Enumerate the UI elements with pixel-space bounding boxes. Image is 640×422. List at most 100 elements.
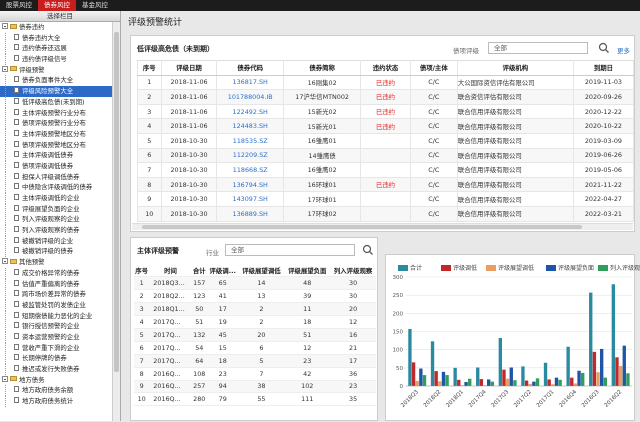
sidebar-item[interactable]: 债项评级预警行业分布 [0, 118, 113, 129]
sidebar-item[interactable]: 主体评级调低的企业 [0, 193, 113, 204]
column-header[interactable]: 序号 [137, 60, 162, 76]
sidebar-item[interactable]: 债项评级调低债券 [0, 160, 113, 172]
sidebar-item[interactable]: 营收严重下滑的企业 [0, 342, 113, 354]
bond-code-link[interactable]: 124483.SH [216, 118, 284, 134]
table-row[interactable]: 2 2018Q2... 123 41 13 39 30 [134, 289, 376, 304]
search-icon[interactable] [362, 244, 374, 256]
column-header[interactable]: 债项/主体 [409, 60, 458, 76]
table-row[interactable]: 9 2016Q... 257 94 38 102 23 [134, 380, 376, 394]
sidebar-category[interactable]: 地方债务 [0, 375, 113, 386]
column-header[interactable]: 评级调... [206, 264, 239, 278]
rating-filter-select[interactable]: 全部 [488, 42, 588, 54]
sidebar-item[interactable]: 被监管处罚的发债企业 [0, 299, 113, 311]
collapse-icon[interactable] [2, 258, 8, 265]
sidebar-item[interactable]: 长期停牌的债券 [0, 353, 113, 364]
sidebar-item[interactable]: 主体评级预警行业分布 [0, 107, 113, 119]
table-row[interactable]: 3 2018-11-06 122492.SH 15新光02 已违约 C/C 联合信用评级有限… [137, 103, 635, 120]
sidebar-category[interactable]: 其他预警 [0, 257, 113, 268]
table-row[interactable]: 5 2018-10-30 118535.SZ 16雏鹰01 C/C 联合信用评级有限公司 2… [137, 132, 635, 149]
bond-code-link[interactable]: 122492.SH [216, 103, 284, 120]
column-header[interactable]: 列入评级观察 [330, 264, 376, 278]
column-header[interactable]: 评级展望负面 [284, 264, 331, 278]
table-row[interactable]: 7 2017Q... 64 18 5 23 17 [134, 354, 376, 368]
sidebar-item[interactable]: 债券违约大全 [0, 32, 113, 44]
sidebar-item[interactable]: 银行授信预警的企业 [0, 321, 113, 332]
collapse-icon[interactable] [2, 375, 8, 382]
tab-fund-risk[interactable]: 基金风控 [76, 0, 114, 11]
sidebar-item[interactable]: 违约债评级信号 [0, 54, 113, 65]
bond-code-link[interactable]: 112209.SZ [216, 147, 284, 164]
table-row[interactable]: 3 2018Q1... 50 17 2 11 20 [134, 302, 376, 317]
sidebar-item[interactable]: 被撤销评级的企业 [0, 235, 113, 247]
table-cell: 2016Q... [149, 367, 192, 381]
column-header[interactable]: 债券简称 [282, 60, 362, 76]
table-row[interactable]: 4 2017Q... 51 19 2 18 12 [134, 315, 376, 329]
more-link[interactable]: 更多 [617, 45, 630, 55]
collapse-icon[interactable] [2, 65, 8, 72]
sidebar-item[interactable]: 列入评级观察的企业 [0, 214, 113, 226]
column-header[interactable]: 债券代码 [216, 60, 284, 76]
sidebar-item[interactable]: 地方政府债务统计 [0, 396, 113, 407]
table-row[interactable]: 5 2017Q... 132 45 20 51 16 [134, 328, 376, 342]
table-cell: 30 [330, 276, 376, 291]
column-header[interactable]: 时间 [149, 264, 192, 278]
bond-code-link[interactable]: 136817.SH [216, 74, 284, 91]
table-row[interactable]: 1 2018-11-06 136817.SH 16刚集02 已违约 C/C 大公国际资信评估… [137, 74, 635, 91]
sidebar-item[interactable]: 评级风险预警大全 [0, 86, 113, 97]
sidebar-item[interactable]: 列入评级观察的债券 [0, 225, 113, 236]
sidebar-item[interactable]: 跨市场价差异常的债券 [0, 289, 113, 300]
table-row[interactable]: 9 2018-10-30 143097.SH 17环球01 C/C 联合信用评级有限公司 2… [137, 191, 635, 207]
bond-code-link[interactable]: 118535.SZ [216, 132, 284, 149]
column-header[interactable]: 评级机构 [456, 60, 574, 76]
scroll-thumb[interactable] [142, 225, 582, 229]
sidebar-item[interactable]: 短期偿债能力恶化的企业 [0, 310, 113, 322]
table-row[interactable]: 6 2017Q... 54 15 6 12 21 [134, 341, 376, 355]
table-row[interactable]: 8 2016Q... 108 23 7 42 36 [134, 367, 376, 381]
sidebar-category[interactable]: 债券违约 [0, 22, 113, 33]
bond-code-link[interactable]: 136889.SH [216, 205, 284, 222]
column-header[interactable]: 评级展望调低 [238, 264, 285, 278]
bond-code-link[interactable]: 101788004.IB [216, 89, 284, 105]
table-row[interactable]: 10 2018-10-30 136889.SH 17环球02 C/C 联合信用评级有限公司… [137, 205, 635, 222]
bond-code-link[interactable]: 118668.SZ [216, 162, 284, 178]
sidebar-category[interactable]: 评级预警 [0, 65, 113, 76]
table-row[interactable]: 10 2016Q... 280 79 55 111 35 [134, 392, 376, 407]
table-row[interactable]: 8 2018-10-30 136794.SH 16环球01 已违约 C/C 联合信用评级有限… [137, 176, 635, 193]
sidebar-item[interactable]: 成交价格异常的债券 [0, 267, 113, 279]
document-icon [14, 194, 19, 200]
sidebar-item[interactable]: 估值严重偏离的债券 [0, 278, 113, 290]
sidebar-item[interactable]: 地方政府债务余额 [0, 385, 113, 397]
sidebar-item[interactable]: 低评级高危债(未到期) [0, 96, 113, 108]
bond-code-link[interactable]: 136794.SH [216, 176, 284, 193]
column-header[interactable]: 到期日 [572, 60, 635, 76]
table-row[interactable]: 4 2018-11-06 124483.SH 15新光01 已违约 C/C 联合信用评级有限… [137, 118, 635, 134]
industry-filter-select[interactable]: 全部 [225, 244, 355, 256]
sidebar-scroll-thumb[interactable] [114, 32, 119, 372]
column-header[interactable]: 合计 [191, 264, 207, 278]
tab-stock-risk[interactable]: 股票风控 [0, 0, 38, 11]
sidebar-item[interactable]: 债券负面事件大全 [0, 75, 113, 87]
sidebar-item[interactable]: 主体评级预警地区分布 [0, 128, 113, 140]
table-row[interactable]: 1 2018Q3... 157 65 14 48 30 [134, 276, 376, 291]
search-icon[interactable] [598, 42, 610, 54]
sidebar-item[interactable]: 债项评级预警地区分布 [0, 139, 113, 151]
tab-bond-risk[interactable]: 债券风控 [38, 0, 76, 11]
sidebar-item[interactable]: 推迟或发行失败债券 [0, 364, 113, 375]
collapse-icon[interactable] [2, 23, 8, 29]
column-header[interactable]: 违约状态 [360, 60, 411, 76]
bond-code-link[interactable]: 143097.SH [216, 191, 284, 207]
table-row[interactable]: 7 2018-10-30 118668.SZ 16雏鹰02 C/C 联合信用评级有限公司 2… [137, 162, 635, 178]
sidebar-item[interactable]: 违约债券还远展 [0, 43, 113, 55]
table-row[interactable]: 2 2018-11-06 101788004.IB 17沪华信MTN002 已违约 C/C… [137, 89, 635, 105]
table-row[interactable]: 6 2018-10-30 112209.SZ 14雏鹰债 C/C 联合信用评级有限公司 20… [137, 147, 635, 164]
sidebar-item[interactable]: 被撤销评级的债券 [0, 246, 113, 258]
sidebar-item[interactable]: 中债隐含评级调低的债券 [0, 182, 113, 193]
column-header[interactable]: 序号 [134, 264, 150, 278]
sidebar-scrollbar[interactable] [112, 22, 120, 421]
horizontal-scrollbar[interactable] [132, 223, 633, 230]
sidebar-item[interactable]: 主体评级调低债券 [0, 150, 113, 161]
sidebar-item[interactable]: 评级展望负面的企业 [0, 203, 113, 215]
column-header[interactable]: 评级日期 [160, 60, 218, 76]
sidebar-item[interactable]: 担保人评级调低债券 [0, 171, 113, 183]
sidebar-item[interactable]: 资本运营预警的企业 [0, 331, 113, 343]
